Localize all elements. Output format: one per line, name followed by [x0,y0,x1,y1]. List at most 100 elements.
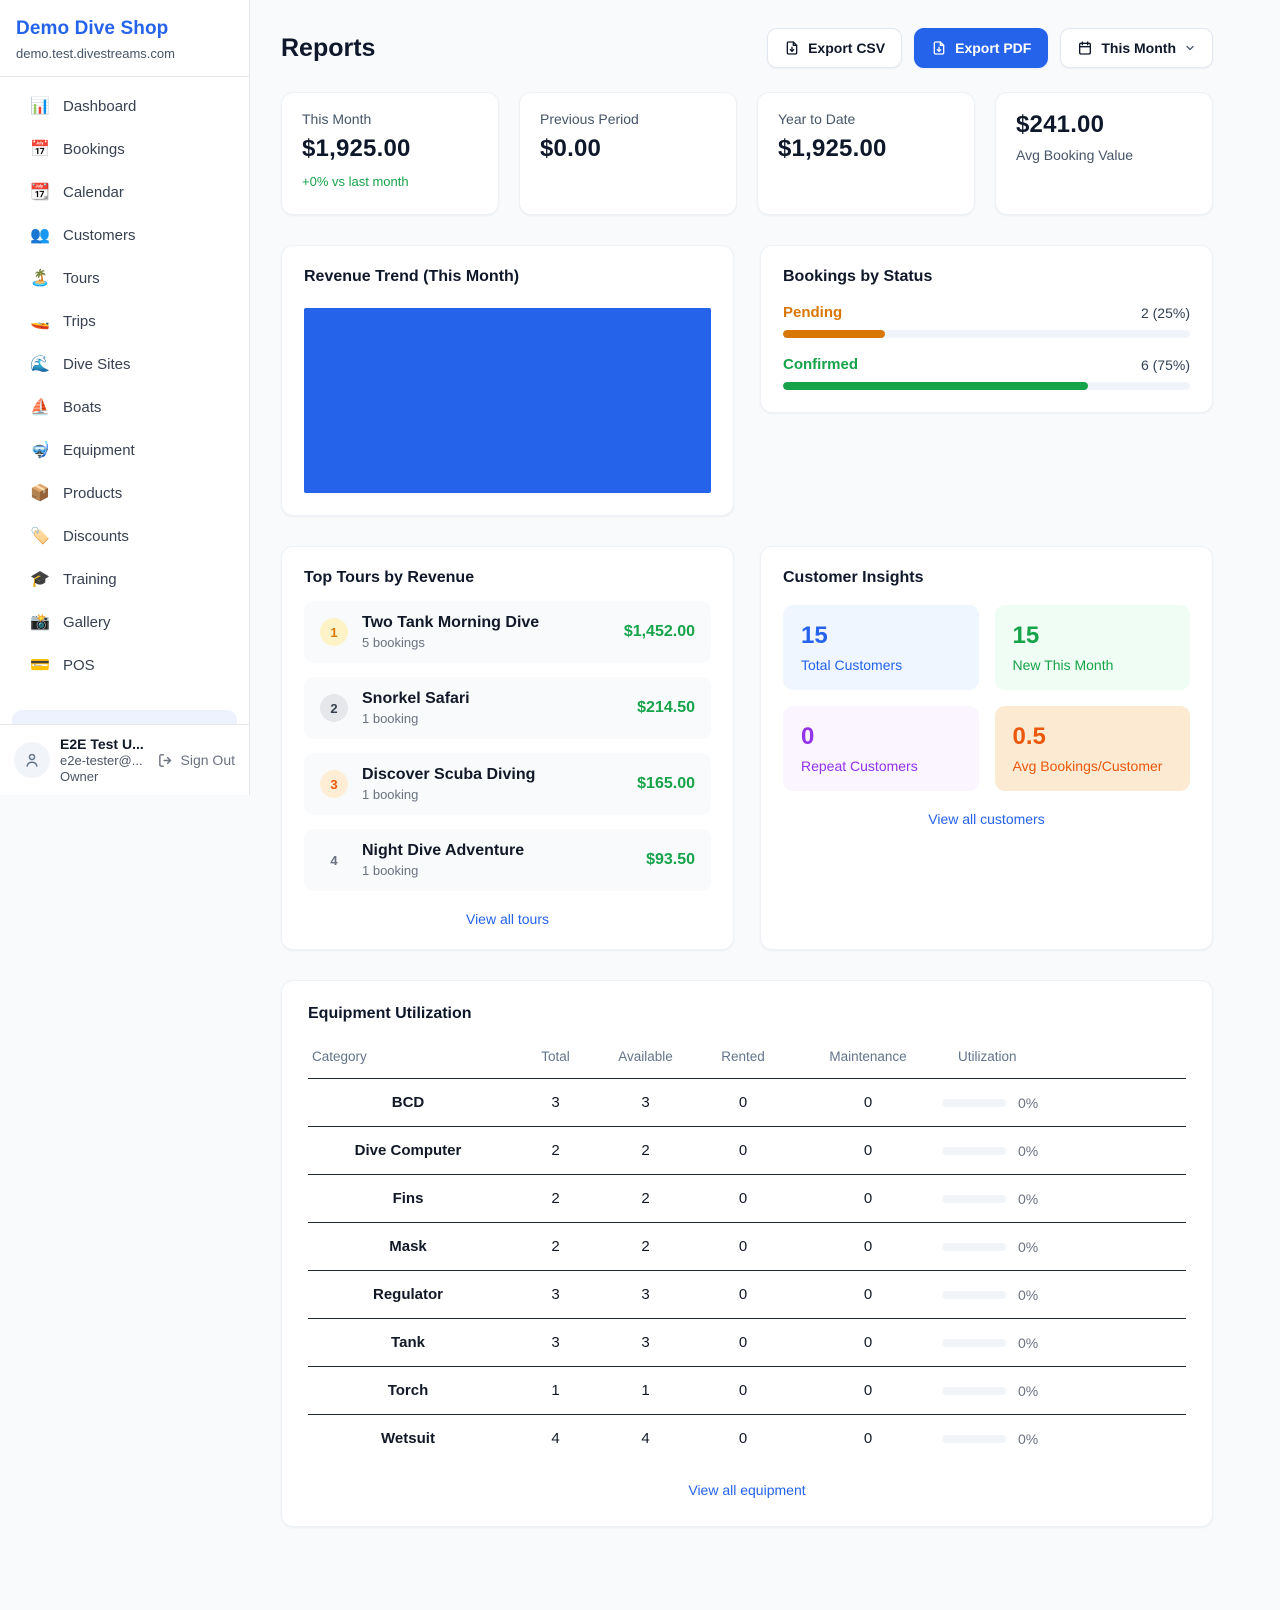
cell-total: 3 [508,1319,603,1367]
equipment-table: Category Total Available Rented Maintena… [308,1041,1186,1462]
column-header-rented: Rented [688,1041,798,1079]
stat-card-year-to-date: Year to Date $1,925.00 [757,92,975,215]
insight-label: Repeat Customers [801,758,961,774]
table-row: BCD3300 0% [308,1079,1186,1127]
stat-label: Avg Booking Value [1016,147,1192,163]
utilization-percent: 0% [1018,1143,1038,1159]
equipment-utilization-card: Equipment Utilization Category Total Ava… [281,980,1213,1527]
view-all-equipment-link[interactable]: View all equipment [308,1482,1186,1498]
top-tours-card: Top Tours by Revenue 1 Two Tank Morning … [281,546,734,950]
sidebar-item-boats[interactable]: ⛵ Boats [12,388,237,426]
cell-available: 2 [603,1127,688,1175]
cell-category: Wetsuit [308,1415,508,1463]
rank-badge: 4 [320,846,348,874]
tour-row: 2 Snorkel Safari 1 booking $214.50 [304,677,711,739]
revenue-trend-card: Revenue Trend (This Month) [281,245,734,516]
sidebar-item-discounts[interactable]: 🏷️ Discounts [12,517,237,555]
stats-row: This Month $1,925.00 +0% vs last month P… [281,92,1213,215]
cell-available: 1 [603,1367,688,1415]
status-label-pending: Pending [783,304,842,321]
view-all-customers-link[interactable]: View all customers [783,811,1190,827]
export-csv-label: Export CSV [808,40,885,56]
utilization-bar-track [942,1339,1006,1347]
sidebar-item-tours[interactable]: 🏝️ Tours [12,259,237,297]
stat-value: $0.00 [540,135,716,163]
revenue-trend-chart [304,308,711,493]
period-selector-button[interactable]: This Month [1060,28,1213,68]
export-pdf-button[interactable]: Export PDF [914,28,1048,68]
utilization-percent: 0% [1018,1191,1038,1207]
sidebar-item-label: Equipment [63,442,135,459]
cell-category: BCD [308,1079,508,1127]
equipment-utilization-title: Equipment Utilization [308,1005,1186,1023]
insight-label: New This Month [1013,657,1173,673]
sidebar-item-label: Dive Sites [63,356,131,373]
sidebar-item-pos[interactable]: 💳 POS [12,646,237,684]
status-count-confirmed: 6 (75%) [1141,357,1190,373]
table-row: Regulator3300 0% [308,1271,1186,1319]
sidebar-item-label: POS [63,657,95,674]
sidebar-item-trips[interactable]: 🚤 Trips [12,302,237,340]
charts-row: Revenue Trend (This Month) Bookings by S… [281,245,1213,516]
insight-label: Total Customers [801,657,961,673]
cell-utilization: 0% [938,1127,1186,1175]
status-count-pending: 2 (25%) [1141,305,1190,321]
cell-utilization: 0% [938,1223,1186,1271]
sidebar-item-products[interactable]: 📦 Products [12,474,237,512]
rank-badge: 1 [320,618,348,646]
graduation-cap-icon: 🎓 [30,569,50,589]
sidebar-item-equipment[interactable]: 🤿 Equipment [12,431,237,469]
view-all-tours-link[interactable]: View all tours [304,911,711,927]
tour-amount: $214.50 [637,699,695,717]
cell-utilization: 0% [938,1175,1186,1223]
cell-maintenance: 0 [798,1367,938,1415]
export-csv-button[interactable]: Export CSV [767,28,902,68]
avatar [14,742,50,778]
cell-rented: 0 [688,1415,798,1463]
insight-tile-repeat-customers: 0 Repeat Customers [783,706,979,791]
cell-maintenance: 0 [798,1175,938,1223]
bookings-calendar-icon: 📅 [30,139,50,159]
sidebar-item-dive-sites[interactable]: 🌊 Dive Sites [12,345,237,383]
camera-icon: 📸 [30,612,50,632]
cell-category: Fins [308,1175,508,1223]
stat-label: This Month [302,111,478,127]
sailboat-icon: ⛵ [30,397,50,417]
sign-out-icon [157,752,174,769]
insight-value: 15 [801,622,961,650]
insights-row: Top Tours by Revenue 1 Two Tank Morning … [281,546,1213,950]
cell-utilization: 0% [938,1319,1186,1367]
user-email: e2e-tester@... [60,753,147,768]
chevron-down-icon [1184,42,1196,54]
cell-maintenance: 0 [798,1127,938,1175]
sidebar-item-calendar[interactable]: 📆 Calendar [12,173,237,211]
export-pdf-label: Export PDF [955,40,1031,56]
package-icon: 📦 [30,483,50,503]
file-download-icon [931,40,947,56]
dashboard-icon: 📊 [30,96,50,116]
stat-card-avg-booking-value: $241.00 Avg Booking Value [995,92,1213,215]
utilization-bar-track [942,1243,1006,1251]
utilization-bar-track [942,1195,1006,1203]
sidebar-item-training[interactable]: 🎓 Training [12,560,237,598]
stat-card-previous-period: Previous Period $0.00 [519,92,737,215]
sign-out-button[interactable]: Sign Out [157,752,235,769]
customers-icon: 👥 [30,225,50,245]
sidebar-item-bookings[interactable]: 📅 Bookings [12,130,237,168]
cell-category: Regulator [308,1271,508,1319]
utilization-bar-track [942,1291,1006,1299]
insight-value: 0 [801,723,961,751]
sidebar-item-dashboard[interactable]: 📊 Dashboard [12,87,237,125]
cell-rented: 0 [688,1175,798,1223]
sidebar-item-label: Training [63,571,117,588]
sidebar-item-active-partial[interactable] [12,710,237,724]
utilization-percent: 0% [1018,1095,1038,1111]
sidebar-item-customers[interactable]: 👥 Customers [12,216,237,254]
sidebar-item-label: Discounts [63,528,129,545]
status-row-pending: Pending 2 (25%) [783,304,1190,338]
cell-available: 2 [603,1175,688,1223]
sidebar-item-label: Boats [63,399,101,416]
sidebar-item-gallery[interactable]: 📸 Gallery [12,603,237,641]
shop-name: Demo Dive Shop [16,18,233,40]
top-tours-title: Top Tours by Revenue [304,569,711,587]
